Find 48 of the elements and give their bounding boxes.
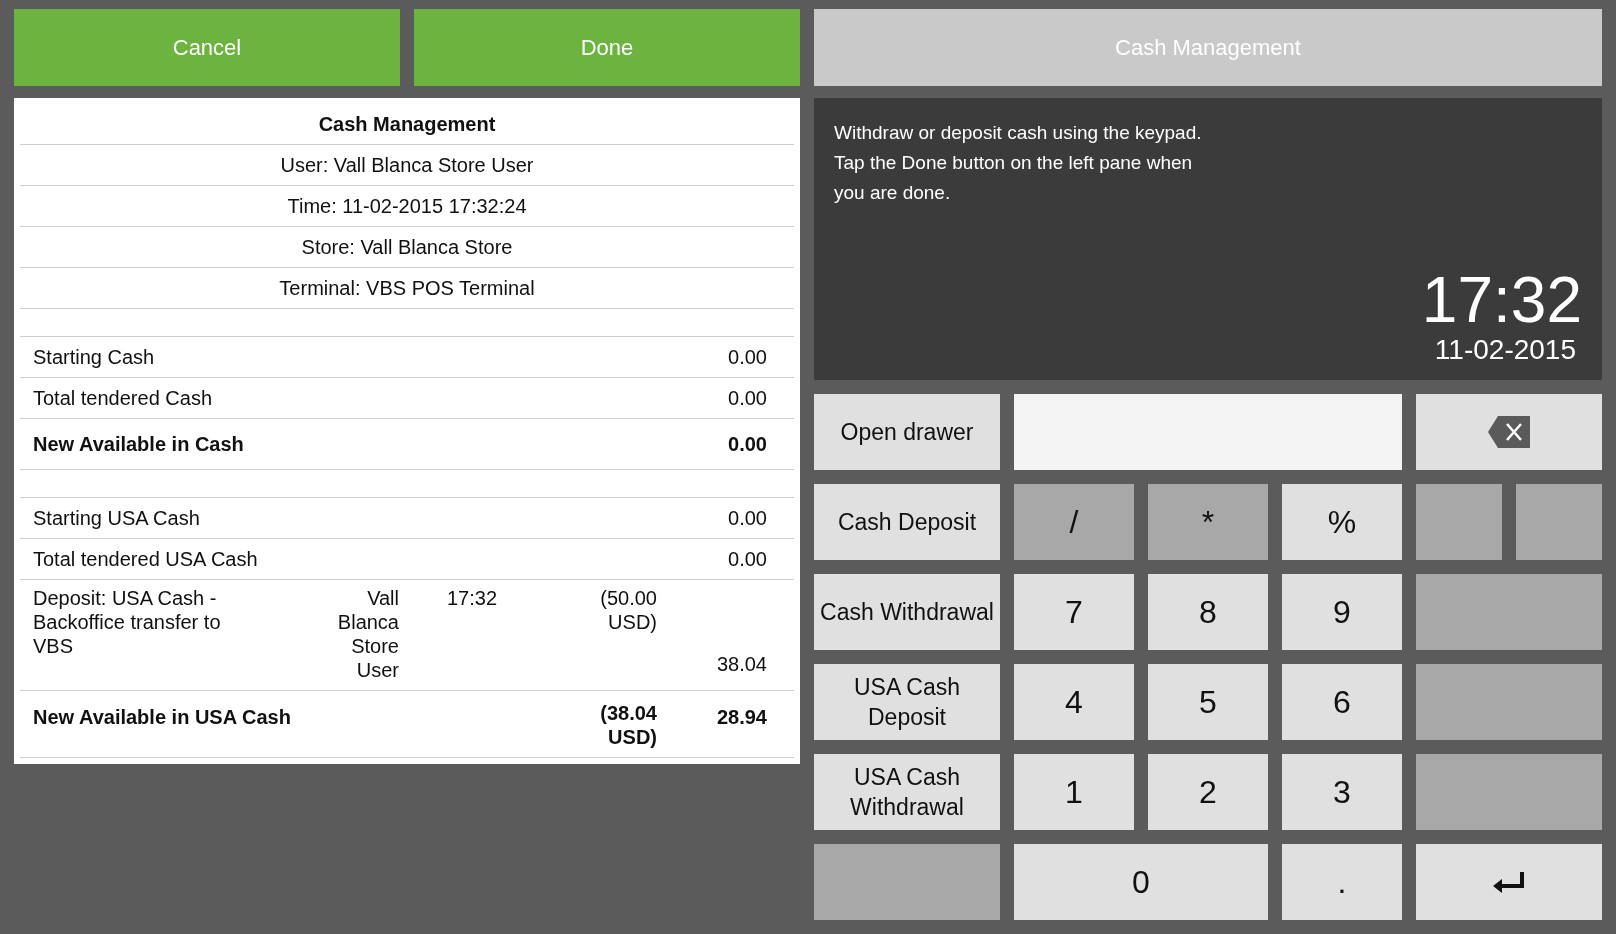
row-value: 28.94 [715,705,768,730]
keypad-key[interactable]: 3 [1282,754,1402,830]
instructions-text: Withdraw or deposit cash using the keypad. Tap the Done button on the left pane when you are done. [834,121,1203,205]
row-label: New Available in USA Cash [32,705,292,730]
amount-field[interactable] [1014,394,1402,470]
row-label: Total tendered USA Cash [33,547,258,572]
transaction-value: 38.04 [715,652,768,677]
keypad-key[interactable]: . [1282,844,1402,920]
clock-time: 17:32 [1421,266,1582,334]
backspace-button[interactable] [1416,394,1602,470]
receipt-info: Store: Vall Blanca Store [20,227,794,268]
keypad-key[interactable]: 7 [1014,574,1134,650]
row-value: 0.00 [728,506,767,531]
backspace-icon [1488,416,1530,448]
transaction-description: Deposit: USA Cash - Backoffice transfer to VBS [32,586,222,659]
keypad-key[interactable]: 5 [1148,664,1268,740]
row-value: 0.00 [728,547,767,572]
row-label: Total tendered Cash [33,386,212,411]
function-button[interactable]: Open drawer [814,394,1000,470]
row-label: Starting Cash [33,345,155,370]
row-value: 0.00 [728,345,767,370]
function-button[interactable]: Cash Withdrawal [814,574,1000,650]
receipt-title: Cash Management [20,98,794,145]
receipt-info: User: Vall Blanca Store User [20,145,794,186]
transaction-time: 17:32 [446,586,499,611]
function-button[interactable]: Cash Deposit [814,484,1000,560]
keypad-key[interactable]: 0 [1014,844,1268,920]
keypad-key[interactable]: 1 [1014,754,1134,830]
receipt-info: Terminal: VBS POS Terminal [20,268,794,309]
keypad-key[interactable]: 9 [1282,574,1402,650]
transaction-user: Vall Blanca Store User [336,586,400,682]
transaction-amount: (50.00 USD) [599,586,657,635]
row-amount: (38.04 USD) [599,701,657,749]
row-value: 0.00 [728,386,767,411]
keypad-key[interactable]: 6 [1282,664,1402,740]
keypad-key[interactable]: 2 [1148,754,1268,830]
function-button[interactable]: USA Cash Deposit [814,664,1000,740]
clock-date: 11-02-2015 [1434,334,1577,366]
keypad-key[interactable]: % [1282,484,1402,560]
row-value: 0.00 [728,432,767,457]
keypad-key[interactable]: 4 [1014,664,1134,740]
keypad-key[interactable]: 8 [1148,574,1268,650]
row-label: Starting USA Cash [33,506,200,531]
row-label: New Available in Cash [33,432,244,457]
enter-button[interactable] [1416,844,1602,920]
enter-icon [1493,871,1525,893]
receipt-info: Time: 11-02-2015 17:32:24 [20,186,794,227]
function-button[interactable]: USA Cash Withdrawal [814,754,1000,830]
